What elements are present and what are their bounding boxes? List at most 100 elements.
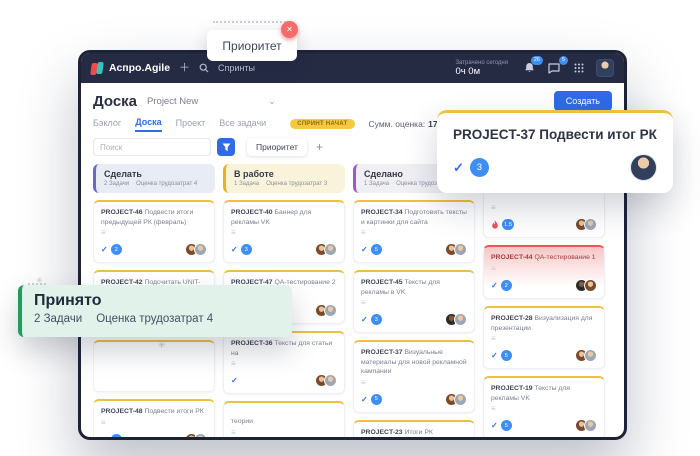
assignee-avatar [324,304,337,318]
task-card[interactable]: PROJECT-37 Визуальные материалы для ново… [353,340,475,413]
create-button[interactable]: Создать [553,91,612,111]
accepted-tooltip: Принято 2 Задачи Оценка трудозатрат 4 [18,285,292,337]
filter-button[interactable] [217,138,235,156]
search-input[interactable] [93,138,211,156]
popup-task-title: PROJECT-37 Подвести итог РК [453,127,657,142]
description-icon: ≡ [491,203,496,212]
check-icon: ✓ [361,394,368,404]
task-code: PROJECT-48 [101,408,143,416]
task-detail-popup[interactable]: PROJECT-37 Подвести итог РК ✓ 3 [437,110,673,193]
column-name: Сделать [104,169,142,179]
dotted-decoration [213,21,289,23]
sparkle-decoration: ✳ [158,340,166,350]
fire-icon [491,219,499,230]
description-icon: ≡ [231,359,236,369]
task-code: PROJECT-28 [491,315,533,322]
subtask-badge: 5 [370,393,382,405]
check-icon: ✓ [453,159,464,175]
funnel-icon [221,142,231,151]
task-card[interactable]: PROJECT-34 Подготовить тексты и картинки… [353,200,475,264]
time-tracker[interactable]: Затрачено сегодня 0ч 0м [455,60,508,77]
description-icon: ≡ [361,377,366,387]
task-card[interactable]: PROJECT-48 Подвести итоги РК ≡ ✓ 2 [93,399,215,440]
messages-button[interactable]: 5 [546,56,568,76]
filter-chip-priority[interactable]: Приоритет [247,138,307,156]
subtask-badge: 5 [500,420,512,432]
assignee-avatar [454,313,467,327]
notifications-button[interactable]: 26 [521,56,543,76]
assignee-avatar [630,154,657,181]
task-card[interactable]: теории ≡ ✓3 [223,401,345,437]
subtask-badge: 3 [370,314,382,326]
task-title: теории [231,418,253,426]
app-logo[interactable]: Аспро.Agile [90,61,171,75]
check-icon: ✓ [101,435,108,440]
task-code: PROJECT-23 [361,428,403,436]
column-estimate: Оценка трудозатрат 4 [136,181,198,187]
check-icon: ✓ [491,421,498,431]
tab-board[interactable]: Доска [135,117,162,132]
summary-label: Сумм. оценка: [368,119,426,129]
check-icon: ✓ [231,376,238,386]
tab-backlog[interactable]: Бэклог [93,118,121,131]
task-code: PROJECT-46 [101,209,143,216]
time-tracker-label: Затрачено сегодня [455,59,508,66]
description-icon: ≡ [101,418,106,428]
assignee-avatar [324,243,337,257]
column-header[interactable]: Сделать 2 Задачи Оценка трудозатрат 4 [93,164,215,193]
check-icon: ✓ [361,315,368,325]
assignee-avatar [324,374,337,388]
messages-badge: 5 [558,56,568,65]
task-card[interactable]: PROJECT-46 Подвести итоги предыдущей РК … [93,200,215,264]
task-card[interactable]: PROJECT-36 Тексты для статьи на ≡ ✓ [223,331,345,395]
top-navbar: Аспро.Agile ＋ Спринты Затрачено сегодня … [81,53,624,83]
priority-tooltip-label: Приоритет [222,38,282,53]
chat-icon [548,62,560,74]
subtask-badge: 5 [500,350,512,362]
task-code: PROJECT-34 [361,209,403,216]
assignee-avatar [194,243,207,257]
task-card[interactable] [93,340,215,393]
check-icon: ✓ [491,281,498,290]
tab-project[interactable]: Проект [176,118,206,131]
user-avatar[interactable] [596,59,614,77]
subtask-badge: 2 [110,244,122,256]
close-icon[interactable]: ✕ [281,21,298,38]
subtask-badge: 2 [500,280,512,291]
column-accepted: ≡ 1.5 PROJECT-44 QA-тестирование 1 ≡ ✓ 2 … [483,164,605,437]
assignee-avatar [584,349,597,363]
subtask-badge: 3 [240,244,252,256]
apps-grid-button[interactable] [571,60,587,76]
subtask-badge: 5 [370,244,382,256]
task-card[interactable]: PROJECT-45 Тексты для рекламы в VK ≡ ✓ 3 [353,270,475,334]
grid-icon [574,63,584,73]
description-icon: ≡ [361,228,366,238]
task-code: PROJECT-44 [491,254,533,261]
description-icon: ≡ [231,228,236,238]
task-title: Итоги РК [404,428,433,436]
task-card[interactable]: PROJECT-23 Итоги РК ≡ ✓5 [353,419,475,437]
accepted-estimate: Оценка трудозатрат 4 [96,313,214,325]
tab-all-tasks[interactable]: Все задачи [219,118,266,131]
task-card[interactable]: PROJECT-19 Тексты для рекламы VK ≡ ✓ 5 [483,376,605,437]
app-window: Аспро.Agile ＋ Спринты Затрачено сегодня … [78,50,627,440]
assignee-avatar [584,279,597,292]
nav-menu-sprints[interactable]: Спринты [218,63,255,73]
time-tracker-value: 0ч 0м [455,65,481,77]
assignee-avatar [584,218,597,231]
page-title: Доска [93,92,138,110]
project-selector[interactable]: Project New [147,96,198,107]
check-icon: ✓ [361,245,368,255]
logo-text: Аспро.Agile [109,62,171,74]
column-header[interactable]: В работе 1 Задача Оценка трудозатрат 3 [223,164,345,193]
task-card[interactable]: PROJECT-40 Баннер для рекламы VK ≡ ✓ 3 [223,200,345,264]
add-icon[interactable]: ＋ [179,62,190,74]
notifications-badge: 26 [530,56,543,65]
task-card[interactable]: PROJECT-28 Визуализация для презентации … [483,306,605,370]
chevron-down-icon[interactable]: ⌄ [268,96,276,107]
add-filter-button[interactable]: + [313,140,326,154]
close-x: ✕ [286,25,293,34]
task-card-alert[interactable]: PROJECT-44 QA-тестирование 1 ≡ ✓ 2 [483,245,605,299]
search-icon[interactable] [199,63,209,73]
description-icon: ≡ [491,264,496,273]
